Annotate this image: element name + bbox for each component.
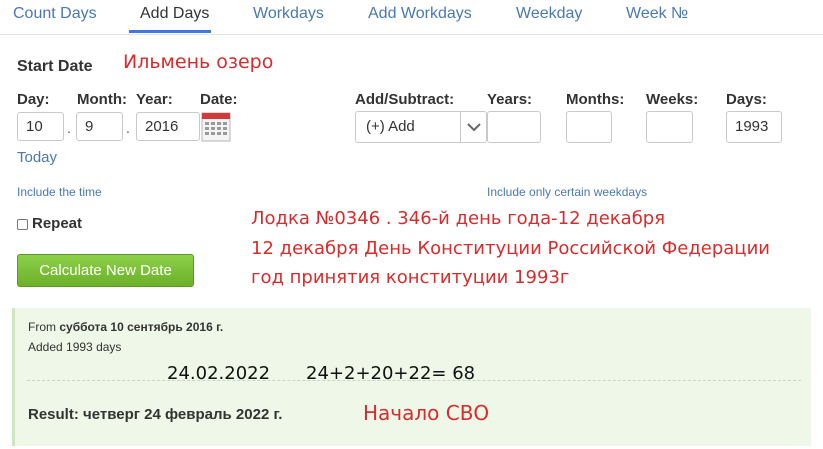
calculate-button[interactable]: Calculate New Date xyxy=(17,254,194,287)
weeks-label: Weeks: xyxy=(646,91,699,108)
today-link[interactable]: Today xyxy=(17,149,57,166)
months-label: Months: xyxy=(566,91,625,108)
tab-week-number[interactable]: Week № xyxy=(626,5,688,23)
annotation-line-3: год принятия конституции 1993г xyxy=(251,267,570,288)
tab-workdays[interactable]: Workdays xyxy=(253,5,324,23)
include-weekdays-link[interactable]: Include only certain weekdays xyxy=(487,185,647,199)
month-label: Month: xyxy=(77,91,127,108)
chevron-down-icon[interactable] xyxy=(460,112,487,142)
month-input[interactable]: 9 xyxy=(76,112,123,141)
add-subtract-selected: (+) Add xyxy=(366,118,415,135)
add-subtract-label: Add/Subtract: xyxy=(355,91,455,108)
calendar-icon[interactable] xyxy=(201,112,231,142)
days-input[interactable]: 1993 xyxy=(726,111,782,143)
days-label: Days: xyxy=(726,91,767,108)
date-separator: . xyxy=(67,120,71,136)
added-days-text: Added 1993 days xyxy=(28,340,122,354)
repeat-label: Repeat xyxy=(32,215,83,232)
from-date: суббота 10 сентябрь 2016 г. xyxy=(59,320,224,334)
tab-add-days[interactable]: Add Days xyxy=(140,5,209,23)
months-input[interactable] xyxy=(566,111,612,143)
day-input[interactable]: 10 xyxy=(17,112,64,141)
add-subtract-select[interactable]: (+) Add xyxy=(355,111,487,143)
years-input[interactable] xyxy=(487,111,541,143)
year-label: Year: xyxy=(136,91,173,108)
result-divider xyxy=(27,380,801,381)
tab-add-workdays[interactable]: Add Workdays xyxy=(368,5,472,23)
include-time-link[interactable]: Include the time xyxy=(17,185,102,199)
annotation-line-2: 12 декабря День Конституции Российской Ф… xyxy=(251,238,770,259)
repeat-checkbox[interactable] xyxy=(17,219,28,230)
annotation-line-1: Лодка №0346 . 346-й день года-12 декабря xyxy=(251,208,666,229)
from-prefix: From xyxy=(28,320,56,334)
years-label: Years: xyxy=(487,91,533,108)
result-annotation: Начало СВО xyxy=(363,401,490,425)
date-separator: . xyxy=(126,120,130,136)
year-input[interactable]: 2016 xyxy=(136,112,200,141)
result-text: Result: четверг 24 февраль 2022 г. xyxy=(28,406,283,423)
start-date-heading: Start Date xyxy=(17,58,93,75)
tab-weekday[interactable]: Weekday xyxy=(516,5,582,23)
weeks-input[interactable] xyxy=(646,111,693,143)
result-from-line: From суббота 10 сентябрь 2016 г. xyxy=(28,320,223,334)
day-label: Day: xyxy=(17,91,50,108)
date-label: Date: xyxy=(200,91,238,108)
active-tab-indicator xyxy=(129,30,211,33)
tab-count-days[interactable]: Count Days xyxy=(13,5,97,23)
lake-annotation: Ильмень озеро xyxy=(123,51,274,73)
tab-bar-divider xyxy=(0,34,823,35)
